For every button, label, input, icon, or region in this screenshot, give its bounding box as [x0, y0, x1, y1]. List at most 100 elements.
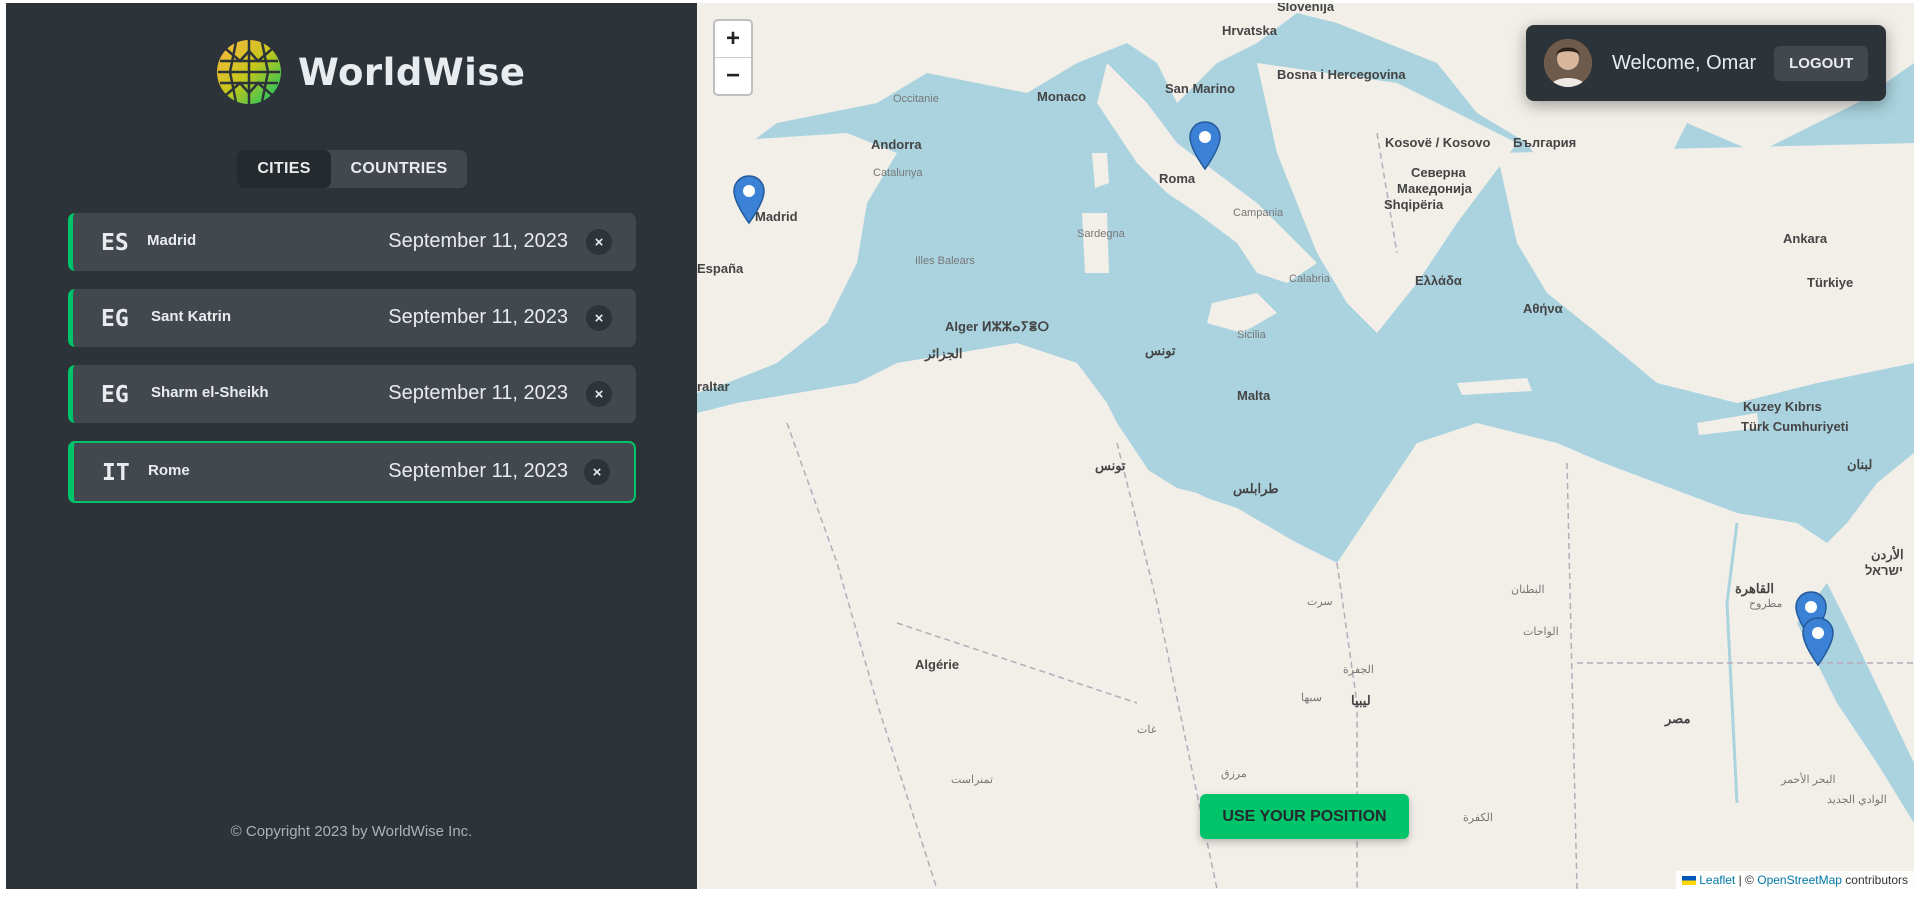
map-label: الواحات: [1523, 626, 1559, 638]
map-label: تمنراست: [951, 774, 993, 786]
map-label: سرت: [1307, 596, 1333, 608]
openstreetmap-link[interactable]: OpenStreetMap: [1757, 873, 1842, 887]
zoom-out-button[interactable]: −: [715, 58, 751, 94]
country-code: EG: [101, 306, 129, 332]
map-label: Türk Cumhuriyeti: [1741, 419, 1849, 434]
city-name: Sant Katrin: [151, 308, 232, 325]
map-attribution: Leaflet | © OpenStreetMap contributors: [1676, 871, 1914, 889]
map-label: طرابلس: [1233, 481, 1279, 496]
map-label: Северна: [1411, 165, 1466, 180]
view-tabs: CITIES COUNTRIES: [237, 150, 467, 188]
visit-date: September 11, 2023: [388, 306, 568, 328]
map-label: Ankara: [1783, 231, 1828, 246]
country-code: IT: [102, 460, 130, 486]
map-label: مطروح: [1749, 598, 1783, 610]
map-label: ليبيا: [1351, 693, 1371, 708]
map-label: غات: [1137, 724, 1157, 736]
map-label: Türkiye: [1807, 275, 1854, 290]
tab-countries[interactable]: COUNTRIES: [331, 150, 467, 188]
map-label: Alger ⵍⵣⵣⴰⵢⴻⵔ: [945, 319, 1050, 334]
map-marker-madrid-icon[interactable]: [732, 175, 766, 225]
user-panel: Welcome, Omar LOGOUT: [1526, 25, 1886, 101]
delete-city-button[interactable]: ×: [586, 229, 612, 255]
map-label: البطنان: [1511, 584, 1545, 596]
map-label: القاهرة: [1735, 581, 1774, 596]
zoom-control: + −: [713, 19, 753, 96]
map-label: ישראל: [1865, 563, 1903, 578]
attribution-separator: | ©: [1738, 873, 1754, 887]
city-name: Rome: [148, 462, 190, 479]
map-label: تونس: [1145, 343, 1176, 358]
map-label: Hrvatska: [1222, 23, 1277, 38]
map-label: سبها: [1301, 692, 1322, 704]
city-name: Sharm el-Sheikh: [151, 384, 269, 401]
city-list: ES Madrid September 11, 2023 × EG Sant K…: [68, 213, 636, 521]
map-label: Calabria: [1289, 273, 1330, 285]
globe-logo-icon: [217, 40, 281, 104]
map-label: مرزق: [1221, 768, 1247, 780]
map-label: Bosna i Hercegovina: [1277, 67, 1406, 82]
map-label: Македонија: [1397, 181, 1472, 196]
map-label: Ελλάδα: [1415, 273, 1462, 288]
map-label: Malta: [1237, 388, 1271, 403]
map-label: Campania: [1233, 207, 1284, 219]
map-label: Andorra: [871, 137, 922, 152]
delete-city-button[interactable]: ×: [586, 305, 612, 331]
map[interactable]: Slovenija Hrvatska Bosna i Hercegovina M…: [697, 3, 1914, 889]
map-label: مصر: [1665, 711, 1691, 726]
map-label: تونس: [1095, 458, 1126, 473]
country-code: ES: [101, 230, 129, 256]
map-label: Sicilia: [1237, 329, 1266, 341]
city-item-madrid[interactable]: ES Madrid September 11, 2023 ×: [68, 213, 636, 271]
use-position-button[interactable]: USE YOUR POSITION: [1200, 794, 1409, 839]
copyright-footer: © Copyright 2023 by WorldWise Inc.: [230, 823, 473, 840]
map-label: Shqipëria: [1384, 197, 1444, 212]
attribution-suffix: contributors: [1845, 873, 1908, 887]
map-label: България: [1513, 135, 1577, 150]
map-label: Roma: [1159, 171, 1196, 186]
welcome-text: Welcome, Omar: [1612, 51, 1757, 74]
map-label: لبنان: [1847, 457, 1873, 472]
app-name: WorldWise: [298, 50, 526, 94]
visit-date: September 11, 2023: [388, 230, 568, 252]
map-label: الكفرة: [1463, 812, 1493, 824]
map-label: Kosovë / Kosovo: [1385, 135, 1491, 150]
map-label: Occitanie: [893, 93, 939, 105]
map-label: Monaco: [1037, 89, 1087, 104]
ukraine-flag-icon: [1682, 876, 1697, 886]
city-item-sharm-el-sheikh[interactable]: EG Sharm el-Sheikh September 11, 2023 ×: [68, 365, 636, 423]
map-label: Αθήνα: [1523, 301, 1563, 316]
map-label: الجزائر: [925, 346, 963, 361]
city-item-sant-katrin[interactable]: EG Sant Katrin September 11, 2023 ×: [68, 289, 636, 347]
map-label: الوادي الجديد: [1827, 794, 1887, 806]
map-label: الجفرة: [1343, 664, 1374, 676]
map-marker-rome-icon[interactable]: [1188, 121, 1222, 171]
map-label: Catalunya: [873, 167, 923, 179]
map-label: San Marino: [1165, 81, 1236, 96]
delete-city-button[interactable]: ×: [586, 381, 612, 407]
app-root: WorldWise CITIES COUNTRIES ES Madrid Sep…: [6, 3, 1914, 889]
zoom-in-button[interactable]: +: [715, 21, 751, 58]
map-label: Slovenija: [1277, 3, 1335, 14]
delete-city-button[interactable]: ×: [584, 459, 610, 485]
map-label: Kuzey Kıbrıs: [1743, 399, 1822, 414]
map-label: raltar: [697, 379, 730, 394]
map-background: [697, 3, 1914, 889]
tab-cities[interactable]: CITIES: [237, 150, 331, 188]
map-label: Illes Balears: [915, 255, 975, 267]
logout-button[interactable]: LOGOUT: [1774, 45, 1869, 81]
sidebar: WorldWise CITIES COUNTRIES ES Madrid Sep…: [6, 3, 697, 889]
user-avatar-icon: [1544, 39, 1592, 87]
map-label: البحر الأحمر: [1781, 774, 1836, 786]
leaflet-link[interactable]: Leaflet: [1699, 873, 1735, 887]
city-name: Madrid: [147, 232, 197, 249]
map-label: الأردن: [1871, 547, 1904, 562]
map-label: Sardegna: [1077, 228, 1125, 240]
avatar: [1544, 39, 1592, 87]
map-label: España: [697, 261, 744, 276]
map-marker-sharm-el-sheikh-icon[interactable]: [1801, 617, 1835, 667]
logo[interactable]: WorldWise: [216, 39, 525, 105]
country-code: EG: [101, 382, 129, 408]
city-item-rome[interactable]: IT Rome September 11, 2023 ×: [68, 441, 636, 503]
visit-date: September 11, 2023: [388, 460, 568, 482]
